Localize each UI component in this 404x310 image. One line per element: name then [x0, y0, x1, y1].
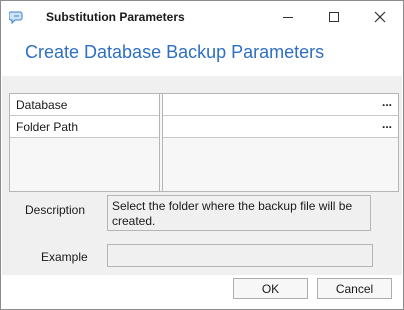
app-icon — [8, 9, 25, 25]
cancel-button[interactable]: Cancel — [317, 278, 392, 299]
browse-button[interactable]: ... — [382, 95, 392, 109]
parameter-name: Folder Path — [16, 120, 79, 134]
browse-button[interactable]: ... — [382, 117, 392, 131]
minimize-icon[interactable] — [265, 1, 311, 33]
close-icon[interactable] — [357, 1, 403, 33]
maximize-icon[interactable] — [311, 1, 357, 33]
parameters-grid: Database ... Folder Path ... — [9, 93, 399, 192]
window-title: Substitution Parameters — [46, 10, 185, 24]
dialog-window: Substitution Parameters Create Database … — [0, 0, 404, 310]
content-panel: Database ... Folder Path ... Description… — [2, 76, 402, 275]
parameter-row-database-name[interactable]: Database — [10, 94, 159, 116]
example-field — [107, 244, 373, 267]
parameter-row-folder-path-name[interactable]: Folder Path — [10, 116, 159, 138]
ok-button[interactable]: OK — [233, 278, 308, 299]
description-text: Select the folder where the backup file … — [107, 195, 371, 231]
description-label: Description — [25, 203, 86, 217]
parameter-row-database-value[interactable]: ... — [163, 94, 398, 116]
example-label: Example — [41, 250, 88, 264]
page-title: Create Database Backup Parameters — [25, 42, 325, 62]
parameter-row-folder-path-value[interactable]: ... — [163, 116, 398, 138]
title-bar: Substitution Parameters — [1, 1, 403, 33]
parameter-name: Database — [16, 98, 68, 112]
